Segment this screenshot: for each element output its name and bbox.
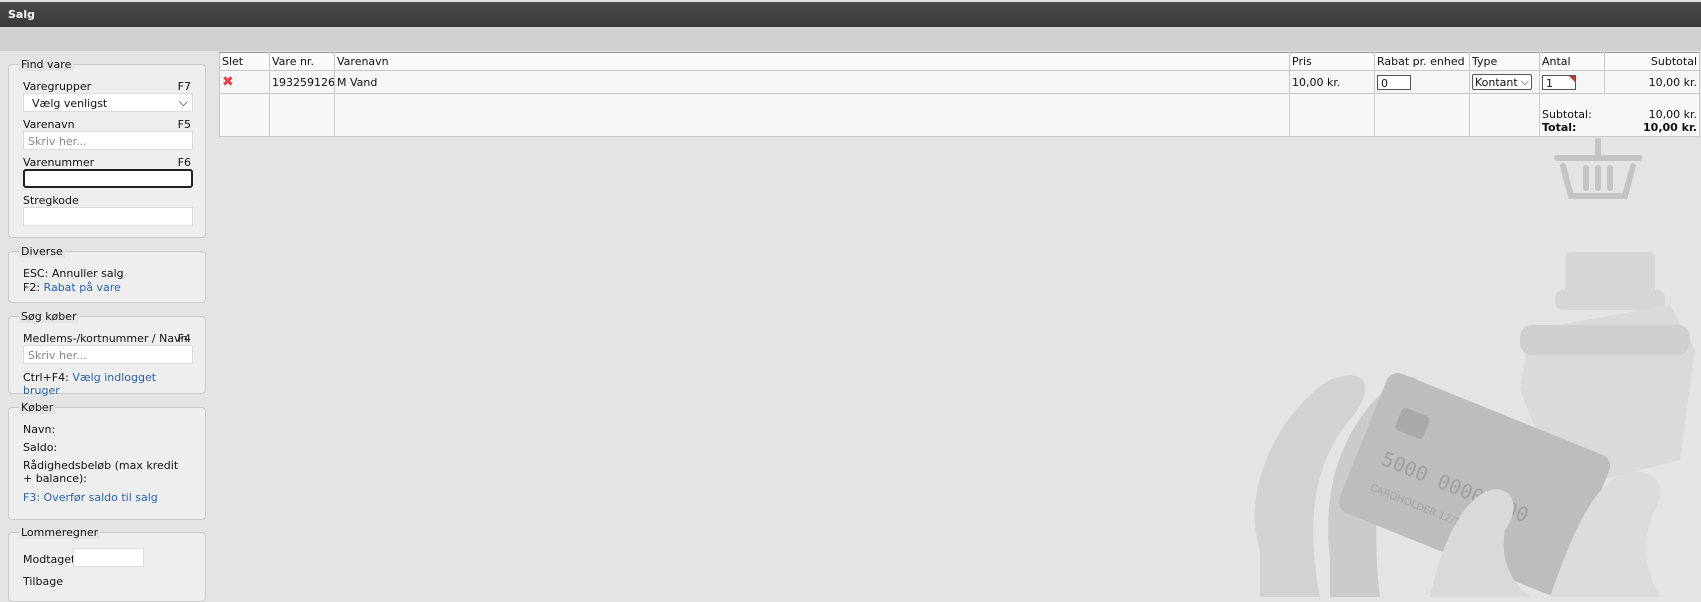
navn-label: Navn:: [23, 423, 56, 436]
medlem-key: F4: [177, 332, 191, 345]
varegrupper-value: Vælg venligst: [32, 97, 108, 110]
varenavn-cell: M Vand: [334, 70, 1290, 94]
type-value: Kontant: [1475, 76, 1518, 89]
lommeregner-legend: Lommeregner: [19, 526, 101, 539]
antal-cell: 1: [1539, 70, 1605, 94]
varenummer-label: Varenummer: [23, 156, 95, 169]
overfoer-saldo-link[interactable]: F3: Overfør saldo til salg: [23, 491, 158, 504]
toolbar-strip: [0, 27, 1701, 51]
background-illustration: 5000 0000 000 CARDHOLDER 12/15: [1254, 252, 1695, 597]
varenummer-input[interactable]: [23, 169, 193, 188]
esc-text: ESC: Annuller salg: [23, 267, 124, 280]
col-header-vare-nr: Vare nr.: [269, 52, 335, 71]
soeg-koeber-panel: Søg køber Medlems-/kortnummer / Navn F4 …: [8, 310, 206, 397]
close-icon[interactable]: ✖: [222, 74, 234, 90]
table-row: ✖ 1932591266 M Vand 10,00 kr. 0 Kontant⌵…: [219, 70, 1700, 94]
varenavn-input[interactable]: Skriv her...: [23, 131, 193, 150]
modtaget-label: Modtaget: [23, 553, 76, 566]
diverse-panel: Diverse ESC: Annuller salg F2: Rabat på …: [8, 245, 206, 303]
subtotal-value: 10,00 kr.: [1648, 108, 1697, 121]
find-vare-legend: Find vare: [19, 58, 74, 71]
f2-row: F2: Rabat på vare: [23, 281, 191, 294]
varegrupper-row: Varegrupper F7: [23, 80, 191, 93]
varenummer-key: F6: [177, 156, 191, 169]
varenummer-row: Varenummer F6: [23, 156, 191, 169]
col-header-varenavn: Varenavn: [334, 52, 1290, 71]
raadighed-label: Rådighedsbeløb (max kredit + balance):: [23, 459, 179, 485]
ctrl-f4-row: Ctrl+F4: Vælg indlogget bruger: [23, 371, 191, 397]
pris-cell: 10,00 kr.: [1289, 70, 1375, 94]
window-title: Salg: [8, 8, 35, 21]
col-header-slet: Slet: [219, 52, 270, 71]
lommeregner-panel: Lommeregner Modtaget Tilbage: [8, 526, 206, 602]
rabat-cell: 0: [1374, 70, 1470, 94]
title-bar: Salg: [0, 0, 1701, 27]
varegrupper-key: F7: [177, 80, 191, 93]
rabat-paa-vare-link[interactable]: Rabat på vare: [44, 281, 121, 294]
varenavn-row: Varenavn F5: [23, 118, 191, 131]
empty-cell: [219, 93, 270, 137]
medlem-row: Medlems-/kortnummer / Navn F4: [23, 332, 191, 345]
stregkode-row: Stregkode: [23, 194, 191, 207]
varegrupper-select[interactable]: Vælg venligst ⌵: [23, 93, 193, 112]
saldo-row: Saldo:: [23, 441, 191, 454]
col-header-subtotal: Subtotal: [1604, 52, 1700, 71]
subtotal-cell: 10,00 kr.: [1604, 70, 1700, 94]
modtaget-input[interactable]: [73, 548, 144, 567]
empty-cell: [334, 93, 1290, 137]
navn-row: Navn:: [23, 423, 191, 436]
subtotal-label: Subtotal:: [1542, 108, 1592, 121]
tilbage-label: Tilbage: [23, 575, 63, 588]
koeber-panel: Køber Navn: Saldo: Rådighedsbeløb (max k…: [8, 401, 206, 520]
varenavn-key: F5: [177, 118, 191, 131]
koeber-legend: Køber: [19, 401, 56, 414]
find-vare-panel: Find vare Varegrupper F7 Vælg venligst ⌵…: [8, 58, 206, 238]
saldo-label: Saldo:: [23, 441, 58, 454]
empty-cell: [269, 93, 335, 137]
col-header-pris: Pris: [1289, 52, 1375, 71]
koeber-search-input[interactable]: Skriv her...: [23, 345, 193, 364]
f3-row: F3: Overfør saldo til salg: [23, 491, 191, 504]
f2-prefix: F2:: [23, 281, 41, 294]
chevron-down-icon: ⌵: [178, 95, 188, 109]
chevron-down-icon: ⌵: [1520, 75, 1529, 88]
varenavn-label: Varenavn: [23, 118, 75, 131]
raadighed-row: Rådighedsbeløb (max kredit + balance):: [23, 459, 183, 485]
tilbage-row: Tilbage: [23, 575, 191, 588]
sales-table: Slet Vare nr. Varenavn Pris Rabat pr. en…: [219, 52, 1700, 137]
diverse-legend: Diverse: [19, 245, 65, 258]
table-header-row: Slet Vare nr. Varenavn Pris Rabat pr. en…: [219, 52, 1700, 71]
esc-row: ESC: Annuller salg: [23, 267, 191, 280]
soeg-koeber-legend: Søg køber: [19, 310, 79, 323]
delete-cell: ✖: [219, 70, 270, 94]
col-header-rabat: Rabat pr. enhed: [1374, 52, 1470, 71]
antal-input[interactable]: 1: [1542, 74, 1576, 90]
stregkode-input[interactable]: [23, 207, 193, 226]
medlem-label: Medlems-/kortnummer / Navn: [23, 332, 188, 345]
varegrupper-label: Varegrupper: [23, 80, 92, 93]
col-header-antal: Antal: [1539, 52, 1605, 71]
stregkode-label: Stregkode: [23, 194, 79, 207]
col-header-type: Type: [1469, 52, 1540, 71]
type-select[interactable]: Kontant ⌵: [1472, 74, 1532, 90]
type-cell: Kontant ⌵: [1469, 70, 1540, 94]
vare-nr-cell: 1932591266: [269, 70, 335, 94]
ctrl-f4-prefix: Ctrl+F4:: [23, 371, 69, 384]
rabat-input[interactable]: 0: [1377, 74, 1411, 90]
